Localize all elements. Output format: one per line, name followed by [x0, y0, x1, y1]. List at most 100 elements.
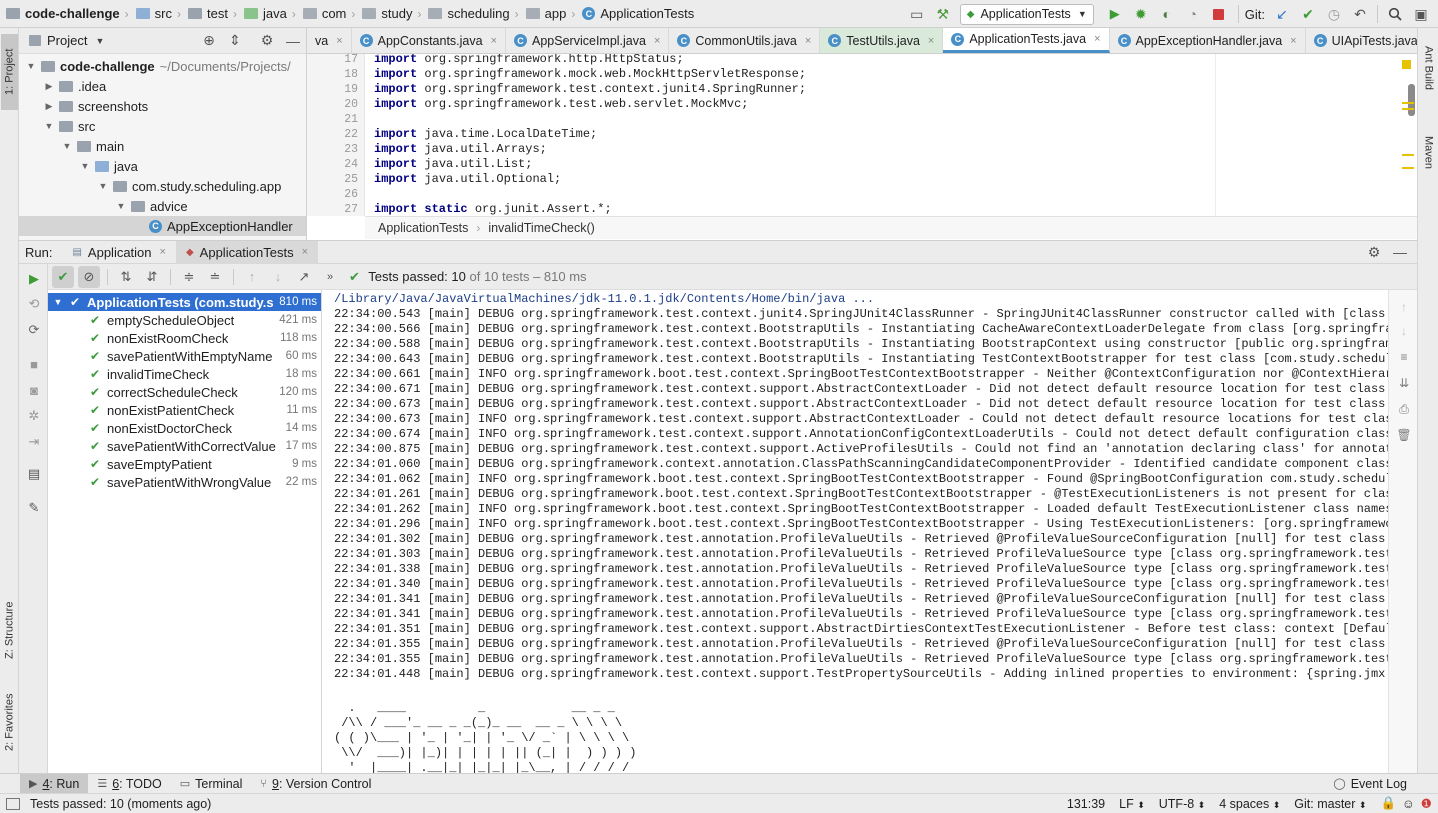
chevron-down-icon[interactable]: ▼	[52, 297, 64, 307]
trash-icon[interactable]: 🗑	[1395, 426, 1413, 444]
project-tree-item[interactable]: ▶ screenshots	[19, 96, 306, 116]
code-line[interactable]: import static org.junit.Assert.*;	[374, 202, 612, 216]
project-tree-item[interactable]: ▼ com.study.scheduling.app	[19, 176, 306, 196]
chevron-down-icon[interactable]: ▼	[43, 121, 55, 131]
breadcrumb-item[interactable]: code-challenge	[2, 0, 122, 28]
window-icon[interactable]: ▣	[1410, 3, 1432, 25]
rerun-icon[interactable]: ▶	[24, 269, 44, 289]
project-tree-item[interactable]: ▼ main	[19, 136, 306, 156]
minimize-icon[interactable]: —	[1389, 241, 1411, 263]
git-update-icon[interactable]: ↙	[1271, 3, 1293, 25]
project-tree-item[interactable]: ▼ src	[19, 116, 306, 136]
chevron-down-icon[interactable]: ▼	[97, 181, 109, 191]
chevron-down-icon[interactable]: ▼	[79, 161, 91, 171]
close-icon[interactable]: ×	[302, 246, 308, 258]
breadcrumb-item[interactable]: scheduling	[424, 0, 511, 28]
tool-window-tab[interactable]: ▶ 4: Run	[20, 774, 89, 793]
editor-tab[interactable]: C AppServiceImpl.java ×	[506, 28, 670, 53]
collapse-all-icon[interactable]: ≐	[204, 266, 226, 288]
run-configuration-select[interactable]: ◆ ApplicationTests ▼	[959, 3, 1094, 25]
close-icon[interactable]: ×	[928, 35, 934, 47]
more-icon[interactable]: »	[319, 266, 341, 288]
build-hammer-icon[interactable]: ⚒	[932, 3, 954, 25]
close-icon[interactable]: ×	[336, 35, 342, 47]
chevron-down-icon[interactable]: ▼	[25, 61, 37, 71]
sort-by-duration-icon[interactable]: ⇵	[141, 266, 163, 288]
close-icon[interactable]: ×	[805, 35, 811, 47]
project-tree-item[interactable]: ▼ java	[19, 156, 306, 176]
inspector-icon[interactable]: ☺	[1402, 797, 1415, 811]
test-row[interactable]: ✔ savePatientWithEmptyName 60 ms	[48, 347, 321, 365]
status-toggle-icon[interactable]	[6, 797, 20, 810]
project-tree-item[interactable]: ▼ advice	[19, 196, 306, 216]
chevron-right-icon[interactable]: ▶	[43, 81, 55, 92]
breadcrumb-item[interactable]: java	[240, 0, 289, 28]
print-icon[interactable]: ⎙	[1395, 400, 1413, 418]
editor-tab[interactable]: CUIApiTests.java×	[1306, 28, 1417, 53]
collapse-all-icon[interactable]: ⇕	[224, 30, 246, 52]
code-line[interactable]: import java.util.Optional;	[374, 172, 561, 187]
caret-position[interactable]: 131:39	[1067, 797, 1105, 811]
previous-failed-icon[interactable]: ↑	[241, 266, 263, 288]
file-encoding[interactable]: UTF-8 ⬍	[1159, 797, 1205, 811]
git-commit-icon[interactable]: ✔	[1297, 3, 1319, 25]
export-icon[interactable]: ⇥	[24, 432, 44, 452]
chevron-down-icon[interactable]: ▼	[61, 141, 73, 151]
test-row[interactable]: ✔ nonExistRoomCheck 118 ms	[48, 329, 321, 347]
editor-breadcrumb-class[interactable]: ApplicationTests	[378, 221, 468, 235]
tool-window-tab[interactable]: ⑂ 9: Version Control	[251, 774, 380, 793]
editor-scrollbar[interactable]	[1408, 84, 1415, 116]
project-structure-icon[interactable]: ▭	[906, 3, 928, 25]
pin-icon[interactable]: ✎	[24, 498, 44, 518]
soft-wrap-icon[interactable]: ≡	[1395, 348, 1413, 366]
editor-tab[interactable]: C TestUtils.java ×	[820, 28, 944, 53]
minimize-icon[interactable]: —	[282, 30, 304, 52]
run-tab[interactable]: ▤ Application ×	[62, 241, 176, 264]
git-rollback-icon[interactable]: ↶	[1349, 3, 1371, 25]
test-suite-row[interactable]: ▼ ✔ ApplicationTests (com.study.s 810 ms	[48, 293, 321, 311]
project-tree-item[interactable]: C AppExceptionHandler	[19, 216, 306, 236]
close-icon[interactable]: ×	[1290, 35, 1296, 47]
expand-all-icon[interactable]: ≑	[178, 266, 200, 288]
test-row[interactable]: ✔ invalidTimeCheck 18 ms	[48, 365, 321, 383]
code-line[interactable]: import java.util.List;	[374, 157, 532, 172]
profile-icon[interactable]: ◔	[1182, 3, 1204, 25]
test-row[interactable]: ✔ saveEmptyPatient 9 ms	[48, 455, 321, 473]
tool-window-tab[interactable]: ☰ 6: TODO	[88, 774, 170, 793]
close-icon[interactable]: ×	[654, 35, 660, 47]
editor-tab[interactable]: C AppExceptionHandler.java ×	[1110, 28, 1306, 53]
rerun-failed-icon[interactable]: ⟲	[24, 294, 44, 314]
editor-tab[interactable]: C CommonUtils.java ×	[669, 28, 821, 53]
camera-icon[interactable]: ◙	[24, 380, 44, 400]
test-row[interactable]: ✔ correctScheduleCheck 120 ms	[48, 383, 321, 401]
debug-icon[interactable]: ✹	[1130, 3, 1152, 25]
run-icon[interactable]: ▶	[1104, 3, 1126, 25]
breadcrumb-item[interactable]: study	[358, 0, 414, 28]
close-icon[interactable]: ×	[491, 35, 497, 47]
stop-icon[interactable]: ■	[24, 354, 44, 374]
show-ignored-icon[interactable]: ⊘	[78, 265, 100, 288]
status-message[interactable]: Tests passed: 10 (moments ago)	[30, 797, 211, 811]
down-arrow-icon[interactable]: ↓	[1395, 322, 1413, 340]
coverage-icon[interactable]: ◐	[1156, 3, 1178, 25]
console-output[interactable]: /Library/Java/JavaVirtualMachines/jdk-11…	[322, 290, 1388, 773]
project-tree-item[interactable]: ▶ .idea	[19, 76, 306, 96]
scroll-to-end-icon[interactable]: ⇊	[1395, 374, 1413, 392]
test-row[interactable]: ✔ nonExistDoctorCheck 14 ms	[48, 419, 321, 437]
code-line[interactable]: import org.springframework.test.web.serv…	[374, 97, 748, 112]
editor-tab[interactable]: va ×	[307, 28, 352, 53]
test-row[interactable]: ✔ emptyScheduleObject 421 ms	[48, 311, 321, 329]
next-failed-icon[interactable]: ↓	[267, 266, 289, 288]
tool-window-tab[interactable]: ▭ Terminal	[171, 774, 252, 793]
code-line[interactable]: import org.springframework.mock.web.Mock…	[374, 67, 806, 82]
layout-icon[interactable]: ▤	[24, 464, 44, 484]
code-editor[interactable]: import org.springframework.http.HttpStat…	[365, 54, 1215, 216]
git-branch[interactable]: Git: master ⬍	[1294, 797, 1366, 811]
run-tab[interactable]: ◆ ApplicationTests ×	[175, 240, 319, 264]
locate-icon[interactable]: ⊕	[198, 30, 220, 52]
export-results-icon[interactable]: ↗	[293, 266, 315, 288]
code-line[interactable]: import java.util.Arrays;	[374, 142, 547, 157]
toggle-auto-test-icon[interactable]: ⟳	[24, 320, 44, 340]
maven-tool-tab[interactable]: Maven	[1420, 136, 1437, 184]
warning-marker[interactable]	[1402, 60, 1411, 69]
